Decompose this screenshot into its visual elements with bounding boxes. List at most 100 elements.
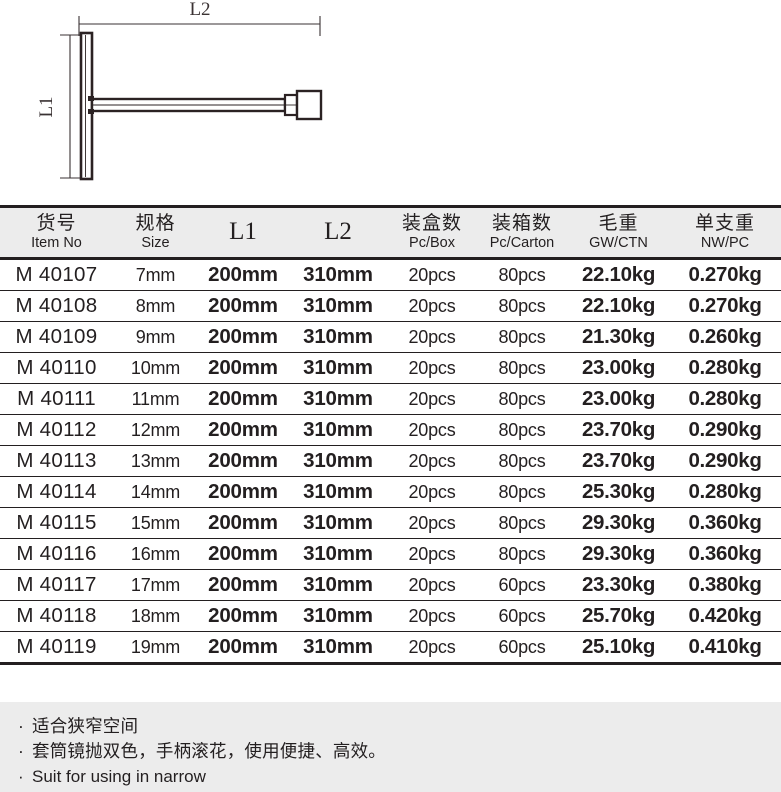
- column-header-nw-pc-en: NW/PC: [700, 235, 750, 251]
- spec-table-body: M 40107 7mm 200mm 310mm 20pcs 80pcs 22.10kg 0.2…: [0, 258, 781, 665]
- cell-l1: 200mm: [198, 600, 288, 632]
- handle-outer: [79, 31, 94, 181]
- bullet-icon-2: ·: [18, 741, 25, 761]
- bullet-icon-1: ·: [18, 716, 25, 736]
- cell-size: 19mm: [113, 631, 198, 665]
- table-row: M 40119 19mm 200mm 310mm 20pcs 60pcs 25.10kg 0.…: [0, 631, 781, 665]
- column-header-nw-pc: 单支重 NW/PC: [669, 205, 781, 260]
- cell-l1: 200mm: [198, 538, 288, 570]
- cell-l2: 310mm: [288, 290, 388, 322]
- cell-pc-box: 20pcs: [388, 507, 476, 539]
- cell-pc-box: 20pcs: [388, 352, 476, 384]
- cell-l1: 200mm: [198, 290, 288, 322]
- cell-pc-carton: 80pcs: [476, 445, 568, 477]
- cell-size: 14mm: [113, 476, 198, 508]
- column-header-size: 规格 Size: [113, 205, 198, 260]
- column-header-pc-carton-en: Pc/Carton: [489, 235, 555, 251]
- description-text-1: 适合狭窄空间: [32, 716, 139, 736]
- cell-item-no: M 40114: [0, 476, 113, 508]
- cell-gw-ctn: 23.00kg: [568, 352, 669, 384]
- cell-pc-box: 20pcs: [388, 445, 476, 477]
- l1-label: L1: [36, 96, 57, 117]
- cell-pc-carton: 80pcs: [476, 383, 568, 415]
- cell-pc-box: 20pcs: [388, 290, 476, 322]
- cell-gw-ctn: 23.30kg: [568, 569, 669, 601]
- cell-pc-box: 20pcs: [388, 631, 476, 665]
- cell-item-no: M 40119: [0, 631, 113, 665]
- cell-item-no: M 40117: [0, 569, 113, 601]
- cell-item-no: M 40113: [0, 445, 113, 477]
- table-row: M 40113 13mm 200mm 310mm 20pcs 80pcs 23.70kg 0.…: [0, 445, 781, 477]
- l1-dimension: [60, 34, 80, 179]
- cell-nw-pc: 0.290kg: [669, 414, 781, 446]
- bullet-icon-3: ·: [18, 767, 24, 786]
- cell-pc-carton: 80pcs: [476, 476, 568, 508]
- cell-size: 9mm: [113, 321, 198, 353]
- cell-l2: 310mm: [288, 507, 388, 539]
- cell-pc-carton: 80pcs: [476, 414, 568, 446]
- cell-gw-ctn: 21.30kg: [568, 321, 669, 353]
- cell-pc-carton: 80pcs: [476, 507, 568, 539]
- column-header-l1: L1: [198, 205, 288, 260]
- table-row: M 40114 14mm 200mm 310mm 20pcs 80pcs 25.30kg 0.…: [0, 476, 781, 508]
- junction-top-nub: [88, 96, 94, 101]
- cell-l2: 310mm: [288, 631, 388, 665]
- cell-l1: 200mm: [198, 507, 288, 539]
- cell-l2: 310mm: [288, 476, 388, 508]
- table-row: M 40118 18mm 200mm 310mm 20pcs 60pcs 25.70kg 0.…: [0, 600, 781, 632]
- spec-table-header-row: 货号 Item No 规格 Size L1 L2 装盒数 Pc/Box 装箱数 …: [0, 205, 781, 260]
- cell-size: 11mm: [113, 383, 198, 415]
- cell-l1: 200mm: [198, 383, 288, 415]
- cell-pc-box: 20pcs: [388, 258, 476, 291]
- column-header-l1-label: L1: [229, 218, 257, 245]
- cell-pc-box: 20pcs: [388, 383, 476, 415]
- cell-pc-carton: 60pcs: [476, 569, 568, 601]
- cell-l1: 200mm: [198, 476, 288, 508]
- cell-nw-pc: 0.420kg: [669, 600, 781, 632]
- cell-pc-carton: 80pcs: [476, 321, 568, 353]
- wrench-shaft: [90, 97, 287, 113]
- cell-gw-ctn: 29.30kg: [568, 507, 669, 539]
- wrench-technical-drawing-svg: L2 L1: [36, 0, 323, 181]
- cell-pc-box: 20pcs: [388, 600, 476, 632]
- column-header-size-cn: 规格: [135, 213, 176, 234]
- cell-item-no: M 40107: [0, 258, 113, 291]
- cell-l2: 310mm: [288, 445, 388, 477]
- description-line-1: · 适合狭窄空间: [18, 714, 781, 739]
- cell-pc-box: 20pcs: [388, 476, 476, 508]
- cell-nw-pc: 0.270kg: [669, 290, 781, 322]
- cell-pc-box: 20pcs: [388, 414, 476, 446]
- cell-pc-box: 20pcs: [388, 538, 476, 570]
- column-header-pc-box: 装盒数 Pc/Box: [388, 205, 476, 260]
- cell-l1: 200mm: [198, 258, 288, 291]
- column-header-nw-pc-cn: 单支重: [694, 213, 755, 234]
- product-description-panel: · 适合狭窄空间 · 套筒镜抛双色，手柄滚花，使用便捷、高效。 · Suit for …: [0, 702, 781, 792]
- cell-pc-box: 20pcs: [388, 321, 476, 353]
- cell-size: 10mm: [113, 352, 198, 384]
- cell-item-no: M 40112: [0, 414, 113, 446]
- l2-label: L2: [189, 0, 210, 20]
- column-header-item-no-cn: 货号: [36, 213, 77, 234]
- table-row: M 40107 7mm 200mm 310mm 20pcs 80pcs 22.10kg 0.2…: [0, 258, 781, 291]
- cell-gw-ctn: 25.10kg: [568, 631, 669, 665]
- table-row: M 40110 10mm 200mm 310mm 20pcs 80pcs 23.00kg 0.…: [0, 352, 781, 384]
- column-header-pc-carton-cn: 装箱数: [491, 213, 552, 234]
- column-header-size-en: Size: [141, 235, 170, 251]
- cell-gw-ctn: 23.70kg: [568, 445, 669, 477]
- cell-pc-carton: 80pcs: [476, 538, 568, 570]
- column-header-gw-ctn-en: GW/CTN: [589, 235, 648, 251]
- table-description-gap: [0, 665, 781, 682]
- cell-l1: 200mm: [198, 352, 288, 384]
- cell-item-no: M 40111: [0, 383, 113, 415]
- cell-item-no: M 40116: [0, 538, 113, 570]
- column-header-l2: L2: [288, 205, 388, 260]
- cell-l2: 310mm: [288, 538, 388, 570]
- table-row: M 40116 16mm 200mm 310mm 20pcs 80pcs 29.30kg 0.…: [0, 538, 781, 570]
- description-line-3: · Suit for using in narrow: [18, 764, 781, 789]
- cell-l1: 200mm: [198, 321, 288, 353]
- spec-table: 货号 Item No 规格 Size L1 L2 装盒数 Pc/Box 装箱数 …: [0, 205, 781, 665]
- column-header-pc-carton: 装箱数 Pc/Carton: [476, 205, 568, 260]
- spec-table-container: 货号 Item No 规格 Size L1 L2 装盒数 Pc/Box 装箱数 …: [0, 205, 781, 665]
- cell-size: 15mm: [113, 507, 198, 539]
- socket-body: [295, 89, 323, 121]
